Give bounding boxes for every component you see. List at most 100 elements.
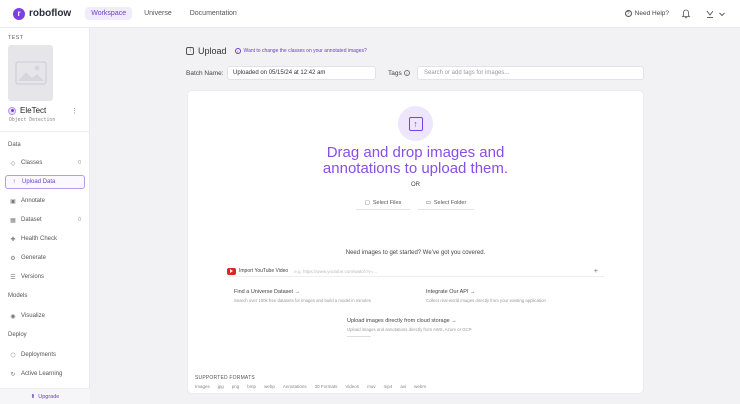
batch-name-input[interactable]: Uploaded on 05/15/24 at 12:42 am — [227, 66, 376, 80]
info-icon: i — [234, 48, 241, 54]
section-deploy: Deploy — [8, 332, 27, 338]
card-title: Integrate Our API → — [426, 289, 476, 295]
tab-universe[interactable]: Universe — [138, 7, 178, 20]
upgrade-label: Upgrade — [38, 393, 60, 400]
project-thumbnail[interactable] — [8, 45, 53, 101]
tab-documentation[interactable]: Documentation — [184, 7, 243, 20]
divider — [347, 336, 371, 337]
batch-name-label: Batch Name: — [186, 70, 224, 77]
sidebar-item-generate[interactable]: ⚙ Generate — [5, 251, 85, 265]
health-icon: ✚ — [10, 236, 16, 243]
project-name: EleTect — [20, 106, 47, 115]
sidebar-item-active-learning[interactable]: ↻ Active Learning — [5, 367, 85, 381]
upload-circle: ↑ — [398, 106, 433, 141]
sidebar-item-health-check[interactable]: ✚ Health Check — [5, 232, 85, 246]
format-item: jpg — [217, 384, 224, 389]
info-icon[interactable]: i — [404, 70, 410, 76]
help-button[interactable]: ? Need Help? — [624, 10, 669, 17]
format-item: mp4 — [383, 384, 393, 389]
upgrade-button[interactable]: ⬆ Upgrade — [0, 388, 90, 404]
upload-arrow-icon: ↑ — [408, 116, 423, 131]
youtube-url-input[interactable]: e.g. https://www.youtube.com/watch?v=... — [294, 269, 594, 274]
card-description: Upload images and annotations directly f… — [347, 327, 472, 332]
annotate-icon: ▣ — [10, 198, 16, 205]
sidebar-item-label: Deployments — [21, 352, 57, 358]
dataset-icon: ▦ — [10, 217, 16, 224]
bell-icon[interactable] — [681, 9, 691, 19]
or-divider: OR — [411, 182, 420, 188]
page-header: ↑ Upload i Want to change the classes on… — [186, 46, 367, 56]
file-icon: ▢ — [364, 200, 370, 206]
help-label: Need Help? — [634, 10, 669, 17]
sidebar-item-label: Active Learning — [21, 371, 63, 377]
sidebar-item-versions[interactable]: ☰ Versions — [5, 270, 85, 284]
user-icon — [706, 10, 714, 18]
help-icon: ? — [624, 10, 632, 17]
card-description: Search over 100k free datasets for image… — [234, 298, 371, 303]
top-nav: r roboflow Workspace Universe Documentat… — [0, 0, 740, 28]
section-data: Data — [8, 142, 21, 148]
sidebar: TEST EleTect ⋮ Object Detection Data ◇ C… — [0, 28, 90, 404]
select-folder-button[interactable]: ▭ Select Folder — [418, 197, 474, 210]
youtube-icon — [227, 267, 236, 275]
dataset-count-badge: 0 — [78, 217, 81, 223]
page-title: Upload — [198, 46, 227, 56]
sidebar-item-annotate[interactable]: ▣ Annotate — [5, 194, 85, 208]
cloud-storage-card[interactable]: Upload images directly from cloud storag… — [347, 318, 472, 337]
sidebar-item-label: Upload Data — [22, 179, 56, 185]
sidebar-item-classes[interactable]: ◇ Classes 0 — [5, 156, 85, 170]
format-item: webp — [264, 384, 275, 389]
add-icon[interactable]: + — [594, 268, 598, 275]
sidebar-item-visualize[interactable]: ◉ Visualize — [5, 309, 85, 323]
sidebar-item-dataset[interactable]: ▦ Dataset 0 — [5, 213, 85, 227]
api-card[interactable]: Integrate Our API → Collect real-world i… — [426, 289, 546, 303]
format-item: webm — [414, 384, 427, 389]
upload-icon: ↑ — [186, 47, 194, 55]
project-type: Object Detection — [9, 118, 56, 123]
change-classes-link[interactable]: i Want to change the classes on your ann… — [234, 48, 367, 54]
tab-workspace[interactable]: Workspace — [85, 7, 133, 20]
format-item: avi — [400, 384, 407, 389]
select-files-button[interactable]: ▢ Select Files — [356, 197, 410, 210]
dropzone-title: Drag and drop images and annotations to … — [322, 144, 509, 177]
section-models: Models — [8, 293, 28, 299]
visualize-icon: ◉ — [10, 313, 16, 320]
tags-input[interactable]: Search or add tags for images... — [417, 66, 644, 80]
tag-icon: ◇ — [10, 160, 16, 167]
upgrade-icon: ⬆ — [30, 393, 36, 400]
logo-text: roboflow — [29, 8, 72, 19]
project-info: EleTect ⋮ Object Detection — [8, 106, 78, 123]
youtube-import-row: Import YouTube Video e.g. https://www.yo… — [227, 266, 604, 277]
hint-text: Want to change the classes on your annot… — [243, 48, 367, 54]
classes-count-badge: 0 — [78, 160, 81, 166]
sidebar-item-label: Generate — [21, 255, 47, 261]
logo[interactable]: r roboflow — [13, 7, 72, 20]
roboflow-logo-icon: r — [13, 7, 25, 20]
more-options-icon[interactable]: ⋮ — [71, 107, 78, 115]
format-item: 30 Formats — [314, 384, 338, 389]
select-files-label: Select Files — [372, 200, 402, 206]
sidebar-item-upload-data[interactable]: ↑ Upload Data — [5, 175, 85, 189]
sidebar-item-label: Health Check — [21, 236, 58, 242]
upload-icon: ↑ — [12, 179, 16, 185]
card-description: Collect real-world images directly from … — [426, 298, 546, 303]
sidebar-item-label: Visualize — [21, 313, 45, 319]
tags-label: Tags — [388, 70, 402, 77]
sidebar-item-label: Classes — [21, 160, 43, 166]
format-item: Images — [195, 384, 210, 389]
divider — [0, 131, 90, 132]
universe-dataset-card[interactable]: Find a Universe Dataset → Search over 10… — [234, 289, 371, 303]
supported-formats-label: SUPPORTED FORMATS — [195, 375, 255, 381]
sidebar-item-deployments[interactable]: ⬡ Deployments — [5, 348, 85, 362]
supported-formats-list: Images jpg png bmp webp Annotations 30 F… — [195, 384, 434, 389]
format-item: png — [231, 384, 240, 389]
card-title: Find a Universe Dataset → — [234, 289, 301, 295]
chevron-down-icon — [719, 12, 725, 16]
format-item: bmp — [247, 384, 257, 389]
select-folder-label: Select Folder — [433, 200, 467, 206]
user-menu[interactable] — [705, 9, 726, 19]
format-item: mov — [367, 384, 376, 389]
deployments-icon: ⬡ — [10, 352, 16, 359]
youtube-label: Import YouTube Video — [239, 268, 289, 274]
active-learning-icon: ↻ — [10, 371, 16, 378]
